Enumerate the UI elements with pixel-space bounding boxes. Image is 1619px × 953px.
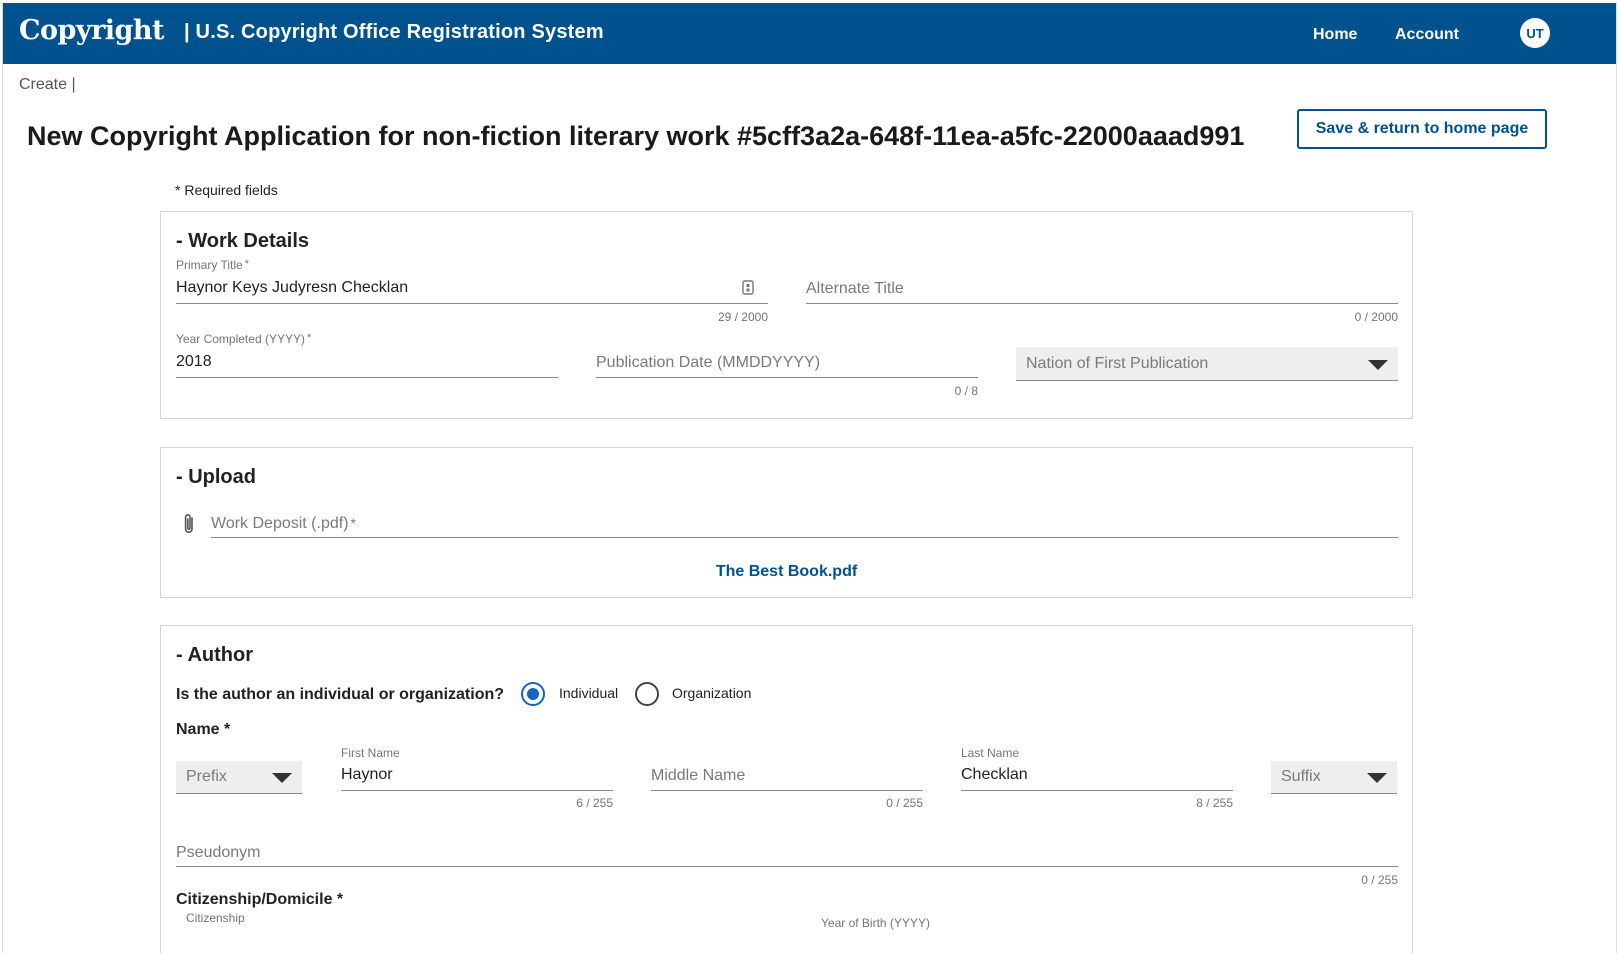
name-heading: Name *	[176, 721, 231, 738]
primary-title-label: Primary Title *	[176, 258, 249, 272]
pseudonym-field[interactable]: Pseudonym 0 / 255	[176, 840, 1398, 892]
citizenship-label: Citizenship	[186, 911, 245, 925]
copyright-logo[interactable]: Copyright	[19, 15, 165, 46]
prefix-select[interactable]: Prefix	[176, 761, 302, 794]
upload-section: - Upload Work Deposit (.pdf) * The Best B…	[160, 447, 1413, 598]
work-deposit-underline	[211, 537, 1398, 538]
middle-name-counter: 0 / 255	[886, 796, 923, 810]
first-name-counter: 6 / 255	[576, 796, 613, 810]
individual-radio[interactable]	[521, 682, 545, 706]
year-completed-underline	[176, 377, 558, 378]
middle-name-field[interactable]: Middle Name 0 / 255	[651, 746, 923, 814]
author-type-question: Is the author an individual or organizat…	[176, 686, 505, 703]
required-fields-note: * Required fields	[175, 182, 278, 198]
primary-title-field[interactable]: Primary Title * Haynor Keys Judyresn Chec…	[176, 258, 768, 326]
save-and-return-button[interactable]: Save & return to home page	[1297, 109, 1547, 149]
publication-date-underline	[596, 377, 978, 378]
work-details-heading[interactable]: - Work Details	[176, 230, 309, 253]
paperclip-icon[interactable]	[180, 512, 198, 536]
nav-account-link[interactable]: Account	[1395, 26, 1459, 44]
pseudonym-counter: 0 / 255	[1361, 873, 1398, 887]
last-name-label: Last Name	[961, 746, 1020, 760]
last-name-value[interactable]: Checklan	[961, 766, 1028, 784]
pseudonym-placeholder[interactable]: Pseudonym	[176, 844, 261, 862]
first-name-underline	[341, 790, 613, 791]
individual-radio-label[interactable]: Individual	[559, 685, 618, 701]
pseudonym-underline	[176, 866, 1398, 867]
upload-heading[interactable]: - Upload	[176, 466, 256, 489]
nation-of-first-publication-placeholder: Nation of First Publication	[1026, 355, 1209, 372]
organization-radio[interactable]	[635, 682, 659, 706]
work-deposit-placeholder: Work Deposit (.pdf) *	[211, 515, 356, 532]
first-name-label: First Name	[341, 746, 400, 760]
last-name-field[interactable]: Last Name Checklan 8 / 255	[961, 746, 1233, 814]
citizenship-domicile-heading: Citizenship/Domicile *	[176, 891, 344, 908]
publication-date-counter: 0 / 8	[954, 384, 978, 398]
organization-radio-label[interactable]: Organization	[672, 685, 751, 701]
primary-title-underline	[176, 303, 768, 304]
year-completed-value[interactable]: 2018	[176, 353, 212, 371]
last-name-underline	[961, 790, 1233, 791]
work-details-section: - Work Details Primary Title * Haynor Key…	[160, 211, 1413, 419]
year-of-birth-label: Year of Birth (YYYY)	[821, 916, 930, 930]
alternate-title-field[interactable]: Alternate Title 0 / 2000	[806, 258, 1398, 326]
alternate-title-underline	[806, 303, 1398, 304]
prefix-placeholder: Prefix	[186, 768, 227, 785]
middle-name-underline	[651, 790, 923, 791]
chevron-down-icon	[272, 773, 292, 783]
top-navigation-bar: Copyright | U.S. Copyright Office Regist…	[3, 3, 1616, 64]
alternate-title-counter: 0 / 2000	[1354, 310, 1398, 324]
middle-name-placeholder[interactable]: Middle Name	[651, 767, 745, 785]
nation-of-first-publication-select[interactable]: Nation of First Publication	[1016, 347, 1398, 381]
primary-title-counter: 29 / 2000	[717, 310, 768, 324]
system-title: | U.S. Copyright Office Registration Sys…	[184, 21, 604, 43]
breadcrumb: Create |	[19, 76, 76, 93]
primary-title-value[interactable]: Haynor Keys Judyresn Checklan	[176, 279, 408, 297]
chevron-down-icon	[1367, 773, 1387, 783]
publication-date-placeholder[interactable]: Publication Date (MMDDYYYY)	[596, 354, 820, 372]
suffix-select[interactable]: Suffix	[1271, 761, 1397, 794]
app-frame: Copyright | U.S. Copyright Office Regist…	[2, 2, 1617, 953]
work-deposit-field[interactable]: Work Deposit (.pdf) *	[211, 512, 1398, 542]
year-completed-field[interactable]: Year Completed (YYYY) * 2018	[176, 332, 558, 382]
first-name-field[interactable]: First Name Haynor 6 / 255	[341, 746, 613, 814]
year-completed-label: Year Completed (YYYY) *	[176, 332, 312, 346]
last-name-counter: 8 / 255	[1196, 796, 1233, 810]
author-heading[interactable]: - Author	[176, 644, 253, 667]
nav-home-link[interactable]: Home	[1313, 26, 1357, 44]
user-avatar[interactable]: UT	[1520, 18, 1550, 48]
text-field-helper-icon	[742, 280, 754, 295]
uploaded-file-link[interactable]: The Best Book.pdf	[161, 563, 1412, 581]
chevron-down-icon	[1368, 360, 1388, 370]
author-section: - Author Is the author an individual or …	[160, 625, 1413, 953]
page-title: New Copyright Application for non-fictio…	[27, 121, 1245, 151]
alternate-title-placeholder[interactable]: Alternate Title	[806, 280, 904, 298]
first-name-value[interactable]: Haynor	[341, 766, 393, 784]
suffix-placeholder: Suffix	[1281, 768, 1321, 785]
publication-date-field[interactable]: Publication Date (MMDDYYYY) 0 / 8	[596, 332, 978, 400]
